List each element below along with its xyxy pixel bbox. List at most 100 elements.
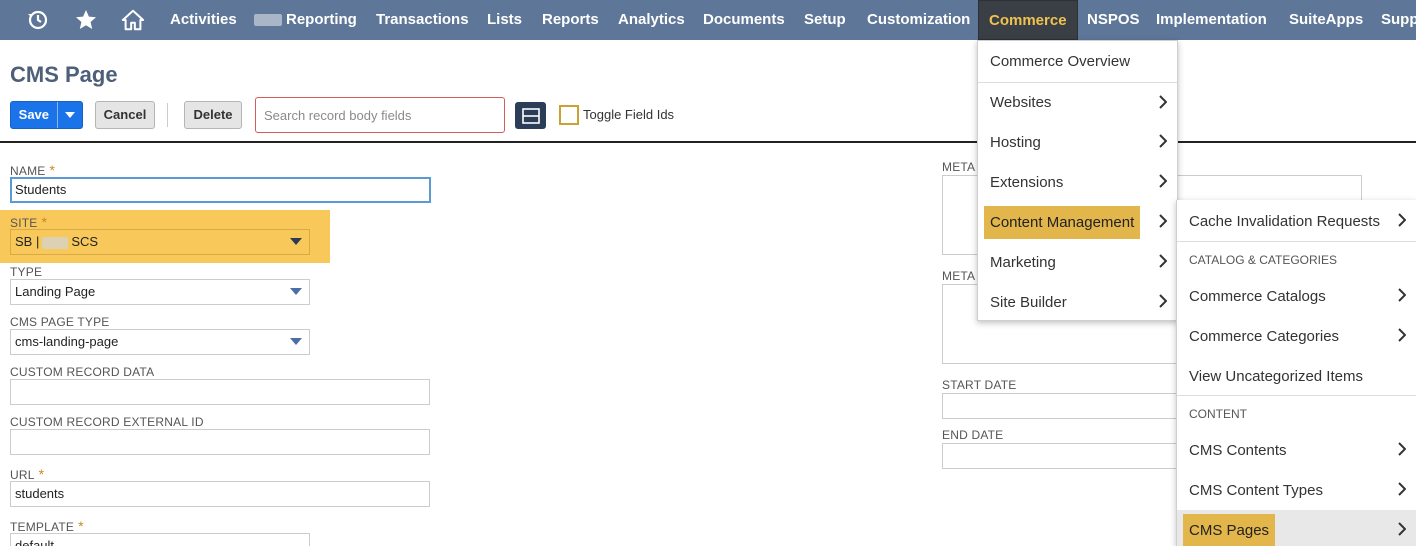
layout-icon — [521, 107, 540, 124]
chevron-right-icon — [1159, 134, 1167, 148]
type-label: TYPE — [10, 265, 43, 279]
menu-item-label: Hosting — [990, 133, 1041, 151]
custom-record-external-id-field[interactable] — [10, 429, 430, 455]
nav-lists[interactable]: Lists — [487, 0, 522, 40]
custom-record-external-id-label: CUSTOM RECORD EXTERNAL ID — [10, 415, 204, 429]
menu-item-label: Websites — [990, 94, 1052, 111]
menu-item-site-builder[interactable]: Site Builder — [978, 282, 1177, 322]
nav-transactions[interactable]: Transactions — [376, 0, 469, 40]
name-field[interactable]: Students — [10, 177, 431, 203]
top-navigation-bar: Activities Reporting Transactions Lists … — [0, 0, 1416, 40]
toggle-field-ids-label: Toggle Field Ids — [583, 107, 675, 122]
end-date-field[interactable] — [942, 443, 1182, 469]
nav-documents[interactable]: Documents — [703, 0, 785, 40]
header-divider — [0, 141, 1416, 143]
nav-activities[interactable]: Activities — [170, 0, 237, 40]
start-date-field[interactable] — [942, 393, 1182, 419]
menu-item-extensions[interactable]: Extensions — [978, 162, 1177, 202]
site-value-prefix: SB | — [15, 234, 40, 249]
chevron-right-icon — [1398, 442, 1406, 456]
delete-button[interactable]: Delete — [184, 101, 242, 129]
menu-item-label: Commerce Overview — [990, 52, 1131, 70]
menu-item-cache-invalidation-requests[interactable]: Cache Invalidation Requests — [1177, 201, 1416, 241]
cms-page-type-select[interactable]: cms-landing-page — [10, 329, 310, 355]
nav-customization[interactable]: Customization — [867, 0, 970, 40]
url-field[interactable]: students — [10, 481, 430, 507]
name-label: NAME * — [10, 162, 56, 178]
dropdown-arrow-icon — [290, 338, 302, 345]
type-select[interactable]: Landing Page — [10, 279, 310, 305]
nav-analytics[interactable]: Analytics — [618, 0, 685, 40]
toggle-field-ids-checkbox[interactable] — [559, 105, 579, 125]
section-label: CONTENT — [1189, 406, 1247, 421]
cancel-button[interactable]: Cancel — [95, 101, 155, 129]
menu-item-cms-contents[interactable]: CMS Contents — [1177, 430, 1416, 470]
section-header-content: CONTENT — [1177, 395, 1416, 431]
meta-label-1: META — [942, 160, 976, 174]
menu-item-label: Commerce Categories — [1189, 327, 1340, 345]
custom-record-data-field[interactable] — [10, 379, 430, 405]
menu-item-cms-pages[interactable]: CMS Pages — [1177, 510, 1416, 546]
save-button-label: Save — [18, 107, 50, 122]
menu-item-label: Content Management — [984, 205, 1141, 239]
star-icon[interactable] — [74, 8, 98, 32]
menu-item-websites[interactable]: Websites — [978, 82, 1177, 122]
menu-item-commerce-catalogs[interactable]: Commerce Catalogs — [1177, 276, 1416, 316]
page-title: CMS Page — [10, 62, 118, 87]
menu-item-content-management[interactable]: Content Management — [978, 202, 1177, 242]
search-record-fields-input[interactable] — [255, 97, 505, 133]
home-icon[interactable] — [121, 8, 145, 32]
chevron-down-icon — [64, 112, 75, 118]
save-button[interactable]: Save — [10, 101, 83, 129]
nav-nspos[interactable]: NSPOS — [1087, 0, 1140, 40]
section-header-catalog-categories: CATALOG & CATEGORIES — [1177, 241, 1416, 277]
end-date-label: END DATE — [942, 428, 1004, 442]
menu-item-cms-content-types[interactable]: CMS Content Types — [1177, 470, 1416, 510]
menu-item-label: CMS Pages — [1183, 513, 1276, 546]
chevron-right-icon — [1398, 522, 1406, 536]
menu-item-commerce-overview[interactable]: Commerce Overview — [978, 41, 1177, 81]
menu-item-hosting[interactable]: Hosting — [978, 122, 1177, 162]
commerce-menu: Commerce Overview Websites Hosting Exten… — [977, 40, 1178, 321]
meta-label-2: META — [942, 269, 976, 283]
menu-item-marketing[interactable]: Marketing — [978, 242, 1177, 282]
menu-item-label: CMS Contents — [1189, 441, 1287, 459]
nav-support[interactable]: Supp — [1381, 0, 1416, 40]
type-value: Landing Page — [15, 284, 96, 299]
nav-suiteapps[interactable]: SuiteApps — [1289, 0, 1363, 40]
template-label: TEMPLATE * — [10, 518, 84, 534]
layout-toggle-button[interactable] — [515, 102, 546, 129]
content-management-submenu: Cache Invalidation Requests CATALOG & CA… — [1176, 200, 1416, 546]
nav-reporting-label: Reporting — [286, 11, 357, 28]
chevron-right-icon — [1159, 174, 1167, 188]
url-label: URL * — [10, 466, 45, 482]
redacted-block — [254, 14, 282, 27]
cms-page-type-label: CMS PAGE TYPE — [10, 315, 110, 329]
chevron-right-icon — [1159, 294, 1167, 308]
menu-item-commerce-categories[interactable]: Commerce Categories — [1177, 316, 1416, 356]
chevron-right-icon — [1398, 288, 1406, 302]
cms-page-type-value: cms-landing-page — [15, 334, 119, 349]
site-select[interactable]: SB | SCS — [10, 229, 310, 255]
chevron-right-icon — [1398, 482, 1406, 496]
menu-item-label: Extensions — [990, 173, 1064, 191]
template-select[interactable]: default — [10, 533, 310, 546]
dropdown-arrow-icon — [290, 238, 302, 245]
toolbar-separator — [167, 103, 168, 127]
menu-item-label: CMS Content Types — [1189, 481, 1323, 499]
site-label: SITE * — [10, 214, 48, 230]
menu-item-view-uncategorized-items[interactable]: View Uncategorized Items — [1177, 356, 1416, 396]
nav-commerce[interactable]: Commerce — [978, 0, 1078, 40]
nav-implementation[interactable]: Implementation — [1156, 0, 1267, 40]
nav-setup[interactable]: Setup — [804, 0, 846, 40]
save-dropdown-toggle[interactable] — [56, 102, 82, 128]
custom-record-data-label: CUSTOM RECORD DATA — [10, 365, 155, 379]
nav-reporting[interactable]: Reporting — [254, 0, 357, 40]
nav-reports[interactable]: Reports — [542, 0, 599, 40]
chevron-right-icon — [1159, 95, 1167, 109]
history-icon[interactable] — [26, 8, 50, 32]
redacted-block — [42, 236, 69, 249]
chevron-right-icon — [1159, 254, 1167, 268]
section-label: CATALOG & CATEGORIES — [1189, 252, 1338, 267]
menu-item-label: Site Builder — [990, 293, 1067, 311]
